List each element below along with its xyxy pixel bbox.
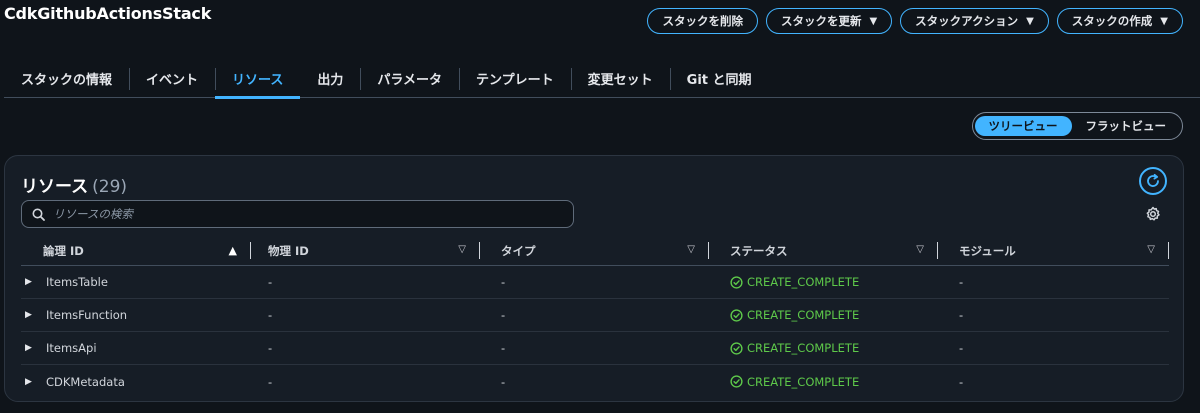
logical-id: ItemsFunction	[46, 308, 128, 322]
check-circle-icon	[730, 308, 743, 322]
check-circle-icon	[730, 275, 743, 289]
tab-outputs[interactable]: 出力	[300, 62, 360, 98]
update-stack-button[interactable]: スタックを更新 ▼	[765, 8, 893, 34]
column-label: 論理 ID	[43, 244, 84, 258]
expand-row-icon[interactable]: ▶	[25, 377, 35, 387]
logical-id: ItemsApi	[46, 341, 97, 355]
column-label: モジュール	[959, 244, 1016, 258]
status-cell: CREATE_COMPLETE	[709, 341, 938, 355]
resource-search-input[interactable]	[53, 207, 553, 221]
caret-down-icon: ▼	[869, 15, 878, 27]
logical-id: ItemsTable	[46, 275, 108, 289]
tab-events[interactable]: イベント	[129, 62, 215, 98]
table-row[interactable]: ▶ ItemsFunction - - CREATE_COMPLETE -	[21, 299, 1169, 332]
status-cell: CREATE_COMPLETE	[709, 375, 938, 389]
resources-title: リソース	[21, 177, 89, 197]
module-cell: -	[959, 341, 964, 355]
logical-id: CDKMetadata	[46, 374, 125, 389]
sort-icon[interactable]: ▽	[1147, 244, 1155, 255]
update-stack-label: スタックを更新	[780, 14, 862, 28]
type-cell: -	[501, 275, 506, 289]
column-header-physical-id[interactable]: 物理 ID ▽	[251, 236, 480, 266]
check-circle-icon	[730, 375, 743, 388]
logical-id-cell: ▶ ItemsTable	[21, 275, 251, 289]
tab-resources[interactable]: リソース	[215, 62, 301, 99]
expand-row-icon[interactable]: ▶	[25, 310, 35, 320]
logical-id-cell: ▶ ItemsApi	[21, 341, 251, 355]
search-box	[21, 200, 574, 228]
column-header-type[interactable]: タイプ ▽	[480, 236, 709, 266]
caret-down-icon: ▼	[1026, 15, 1034, 27]
resources-count: (29)	[92, 177, 128, 197]
type-cell: -	[501, 308, 506, 322]
status-text: CREATE_COMPLETE	[747, 341, 860, 355]
stack-tabs: スタックの情報 イベント リソース 出力 パラメータ テンプレート 変更セット …	[4, 62, 1200, 99]
resources-panel: リソース(29) 論理 ID ▲ 物理 ID ▽	[4, 155, 1184, 402]
tab-parameters[interactable]: パラメータ	[360, 62, 459, 98]
table-row[interactable]: ▶ ItemsApi - - CREATE_COMPLETE -	[21, 332, 1169, 365]
module-cell: -	[959, 308, 964, 322]
physical-id-cell: -	[268, 308, 273, 322]
column-label: ステータス	[730, 244, 788, 258]
status-text: CREATE_COMPLETE	[747, 308, 860, 322]
column-label: タイプ	[501, 244, 536, 258]
gear-icon[interactable]	[1145, 206, 1161, 222]
table-row[interactable]: ▶ CDKMetadata - - CREATE_COMPLETE -	[21, 365, 1169, 398]
check-circle-icon	[730, 341, 743, 355]
search-icon	[32, 208, 45, 221]
column-header-status[interactable]: ステータス ▽	[709, 236, 938, 266]
sort-icon[interactable]: ▽	[687, 244, 695, 255]
table-row[interactable]: ▶ ItemsTable - - CREATE_COMPLETE -	[21, 266, 1169, 299]
tree-view-button[interactable]: ツリービュー	[974, 116, 1072, 136]
status-text: CREATE_COMPLETE	[747, 275, 860, 289]
expand-row-icon[interactable]: ▶	[25, 277, 35, 287]
physical-id-cell: -	[268, 374, 273, 389]
sort-ascending-icon[interactable]: ▲	[229, 244, 237, 257]
status-cell: CREATE_COMPLETE	[709, 275, 938, 289]
module-cell: -	[959, 374, 964, 389]
physical-id-cell: -	[268, 341, 273, 355]
column-divider[interactable]	[1167, 242, 1169, 259]
create-stack-label: スタックの作成	[1071, 14, 1153, 28]
module-cell: -	[959, 275, 964, 289]
expand-row-icon[interactable]: ▶	[25, 343, 35, 353]
type-cell: -	[501, 341, 506, 355]
sort-icon[interactable]: ▽	[458, 244, 466, 255]
stack-actions: スタックを削除 スタックを更新 ▼ スタックアクション ▼ スタックの作成 ▼	[647, 8, 1183, 34]
logical-id-cell: ▶ CDKMetadata	[21, 375, 251, 389]
stack-actions-label: スタックアクション	[915, 14, 1019, 28]
tab-change-sets[interactable]: 変更セット	[570, 62, 670, 98]
refresh-button[interactable]	[1139, 167, 1167, 195]
view-toggle: ツリービュー フラットビュー	[971, 112, 1183, 140]
status-text: CREATE_COMPLETE	[747, 374, 860, 389]
column-header-module[interactable]: モジュール ▽	[938, 236, 1169, 266]
stack-actions-button[interactable]: スタックアクション ▼	[900, 8, 1049, 34]
resources-table: 論理 ID ▲ 物理 ID ▽ タイプ ▽ ステータス ▽ モジュール ▽ ▶ …	[21, 236, 1169, 398]
caret-down-icon: ▼	[1160, 15, 1168, 27]
logical-id-cell: ▶ ItemsFunction	[21, 308, 251, 322]
tab-template[interactable]: テンプレート	[459, 62, 571, 98]
refresh-icon	[1147, 173, 1159, 187]
column-label: 物理 ID	[268, 244, 309, 258]
tab-git-sync[interactable]: Git と同期	[669, 62, 769, 98]
column-header-logical-id[interactable]: 論理 ID ▲	[21, 236, 251, 266]
create-stack-button[interactable]: スタックの作成 ▼	[1056, 8, 1183, 34]
delete-stack-label: スタックを削除	[662, 14, 743, 28]
status-cell: CREATE_COMPLETE	[709, 308, 938, 322]
tab-stack-info[interactable]: スタックの情報	[4, 62, 129, 98]
flat-view-button[interactable]: フラットビュー	[1072, 116, 1181, 136]
type-cell: -	[501, 374, 506, 389]
physical-id-cell: -	[268, 275, 273, 289]
sort-icon[interactable]: ▽	[916, 244, 924, 255]
table-header: 論理 ID ▲ 物理 ID ▽ タイプ ▽ ステータス ▽ モジュール ▽	[21, 236, 1169, 266]
delete-stack-button[interactable]: スタックを削除	[647, 8, 758, 34]
stack-title: CdkGithubActionsStack	[4, 4, 212, 23]
resources-heading: リソース (29)	[21, 172, 127, 197]
